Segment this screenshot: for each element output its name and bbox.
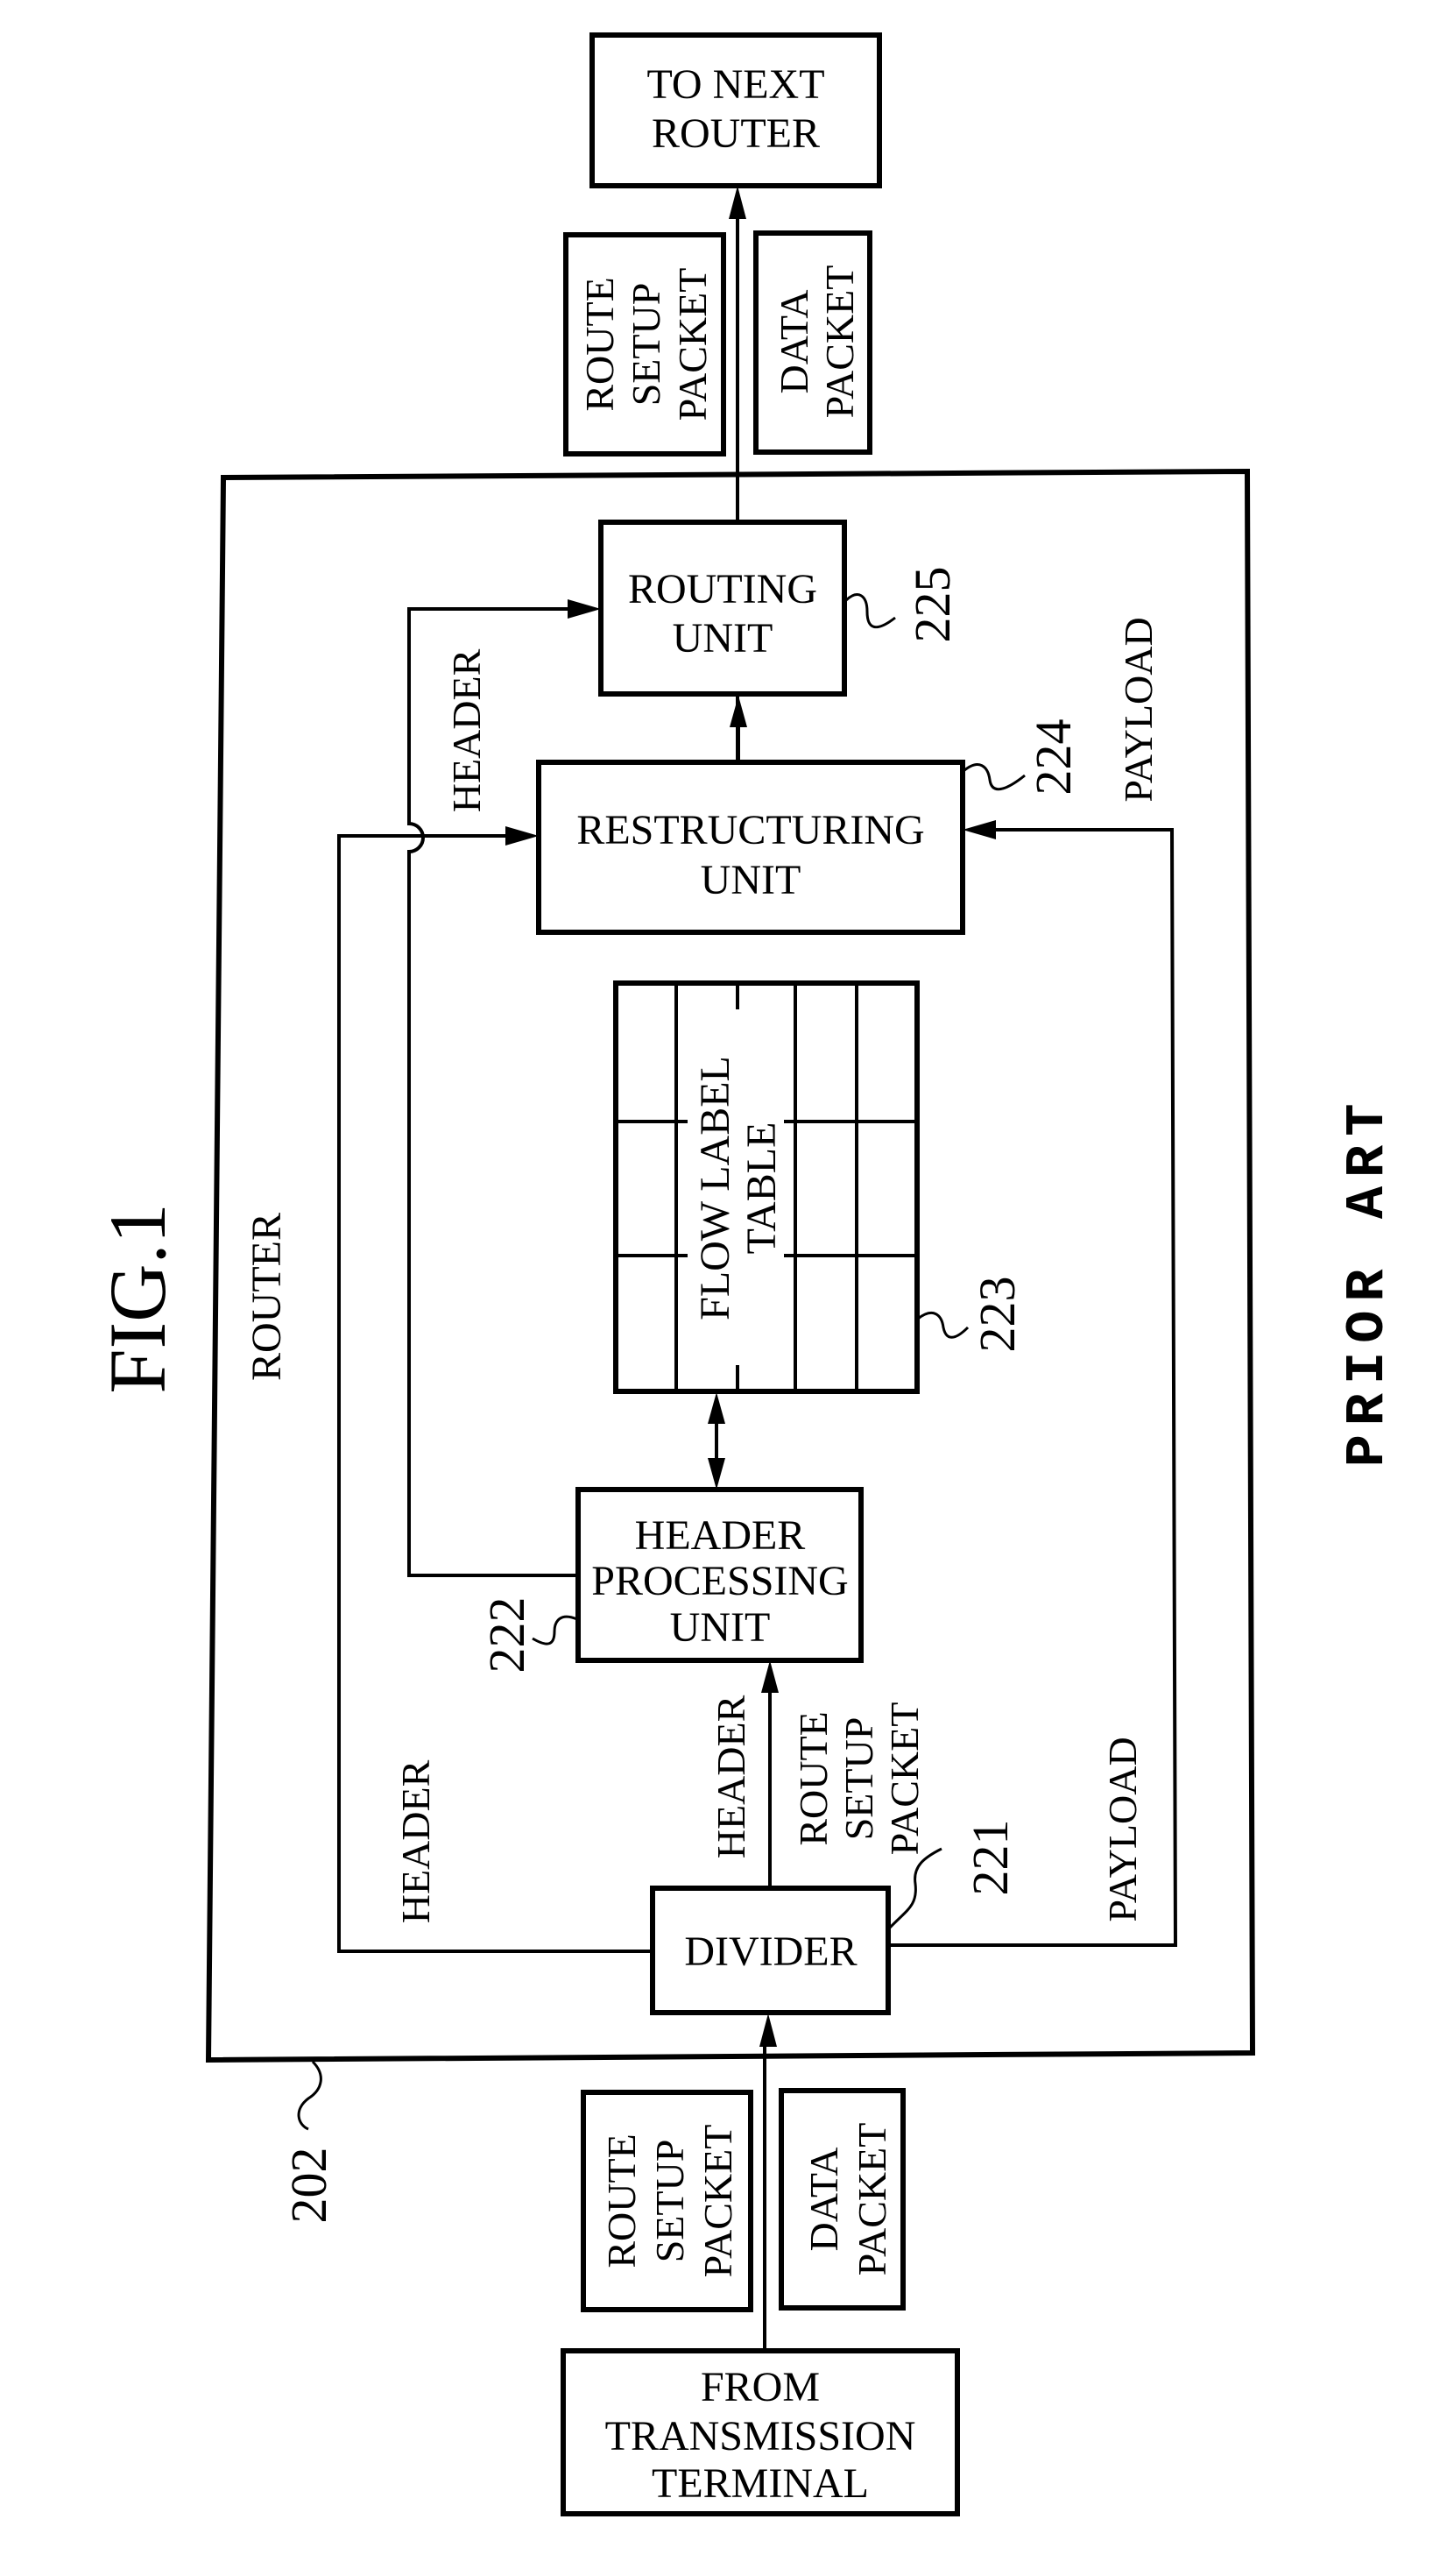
ref-223: 223: [969, 1277, 1026, 1353]
ref-225: 225: [904, 567, 961, 643]
router-label: ROUTER: [244, 1213, 290, 1381]
header-to-restructuring-line: [337, 834, 653, 1953]
arrow-head-icon: [568, 599, 601, 619]
ref-222: 222: [478, 1597, 535, 1674]
to-next-router-box: TO NEXT ROUTER: [589, 32, 882, 188]
routing-unit: ROUTING UNIT: [598, 520, 847, 697]
input-data-packet-box: DATA PACKET: [779, 2088, 906, 2311]
ref-202-leader: [297, 2060, 322, 2131]
to-next-router-line-1: TO NEXT: [646, 61, 824, 108]
patent-figure: FIG.1 PRIOR ART TO NEXT ROUTER ROUTE SET…: [93, 32, 1399, 2516]
figure-title: FIG.1: [93, 1203, 182, 1393]
arrow-head-icon: [708, 1458, 725, 1490]
from-transmission-terminal-box: FROM TRANSMISSION TERMINAL: [561, 2348, 960, 2516]
payload-upper-label: PAYLOAD: [1116, 617, 1161, 802]
arrow-head-icon: [730, 696, 747, 727]
prior-art-caption: PRIOR ART: [1337, 1095, 1399, 1468]
packet-label-line-1: ROUTE: [599, 2134, 644, 2268]
flow-label-table: FLOW LABEL TABLE: [613, 980, 920, 1394]
ref-223-leader: [917, 1312, 970, 1339]
divider-to-hpu-packet-line-1: ROUTE: [791, 1711, 836, 1845]
arrow-head-icon: [761, 1660, 779, 1693]
ref-225-leader: [844, 593, 896, 629]
arrow-head-icon: [759, 2013, 777, 2047]
flow-label-table-line-1: FLOW LABEL: [692, 1056, 738, 1320]
ref-224-leader: [963, 763, 1026, 791]
ref-221: 221: [962, 1820, 1019, 1896]
ref-222-leader: [532, 1615, 578, 1645]
packet-label-line-2: SETUP: [647, 2140, 692, 2263]
routing-unit-line-1: ROUTING: [628, 566, 817, 612]
arrow-head-icon: [708, 1392, 725, 1424]
source-line-2: TRANSMISSION: [605, 2413, 916, 2459]
restructuring-unit-line-2: UNIT: [701, 857, 801, 903]
packet-label-line-3: PACKET: [695, 2125, 740, 2278]
arrow-head-icon: [729, 186, 746, 219]
packet-label-line-1: DATA: [801, 2148, 846, 2252]
packet-label-line-1: ROUTE: [577, 277, 622, 411]
packet-label-line-1: DATA: [772, 290, 816, 394]
packet-label-line-2: SETUP: [624, 283, 668, 407]
ref-202: 202: [280, 2148, 337, 2224]
source-line-3: TERMINAL: [652, 2460, 869, 2507]
header-to-restructuring-label: HEADER: [393, 1759, 438, 1923]
packet-label-line-2: PACKET: [850, 2123, 894, 2276]
ref-221-leader: [888, 1847, 942, 1929]
divider-to-hpu-packet-line-2: SETUP: [836, 1717, 881, 1841]
output-data-packet-box: DATA PACKET: [753, 230, 872, 455]
hpu-line-1: HEADER: [635, 1512, 806, 1559]
arrow-head-icon: [505, 826, 539, 846]
source-line-1: FROM: [701, 2364, 820, 2410]
payload-lower-label: PAYLOAD: [1100, 1737, 1145, 1921]
hpu-line-2: PROCESSING: [591, 1558, 848, 1604]
divider-label: DIVIDER: [684, 1928, 857, 1975]
divider-to-hpu-header-label: HEADER: [709, 1695, 753, 1858]
flow-label-table-line-2: TABLE: [738, 1122, 785, 1255]
packet-label-line-3: PACKET: [670, 268, 715, 421]
divider-unit: DIVIDER: [650, 1886, 891, 2015]
output-route-setup-packet-box: ROUTE SETUP PACKET: [563, 232, 726, 456]
hpu-line-3: UNIT: [670, 1604, 771, 1651]
to-next-router-line-2: ROUTER: [652, 110, 820, 157]
divider-to-hpu-packet-line-3: PACKET: [882, 1702, 927, 1856]
header-to-routing-label: HEADER: [444, 648, 489, 812]
header-processing-unit: HEADER PROCESSING UNIT: [575, 1487, 864, 1663]
packet-label-line-2: PACKET: [817, 265, 862, 419]
input-route-setup-packet-box: ROUTE SETUP PACKET: [581, 2090, 753, 2312]
arrow-head-icon: [963, 820, 996, 839]
ref-224: 224: [1025, 719, 1082, 796]
restructuring-unit: RESTRUCTURING UNIT: [536, 760, 965, 935]
header-to-routing-line: [407, 607, 578, 1577]
routing-unit-line-2: UNIT: [673, 615, 773, 662]
restructuring-unit-line-1: RESTRUCTURING: [576, 807, 924, 853]
